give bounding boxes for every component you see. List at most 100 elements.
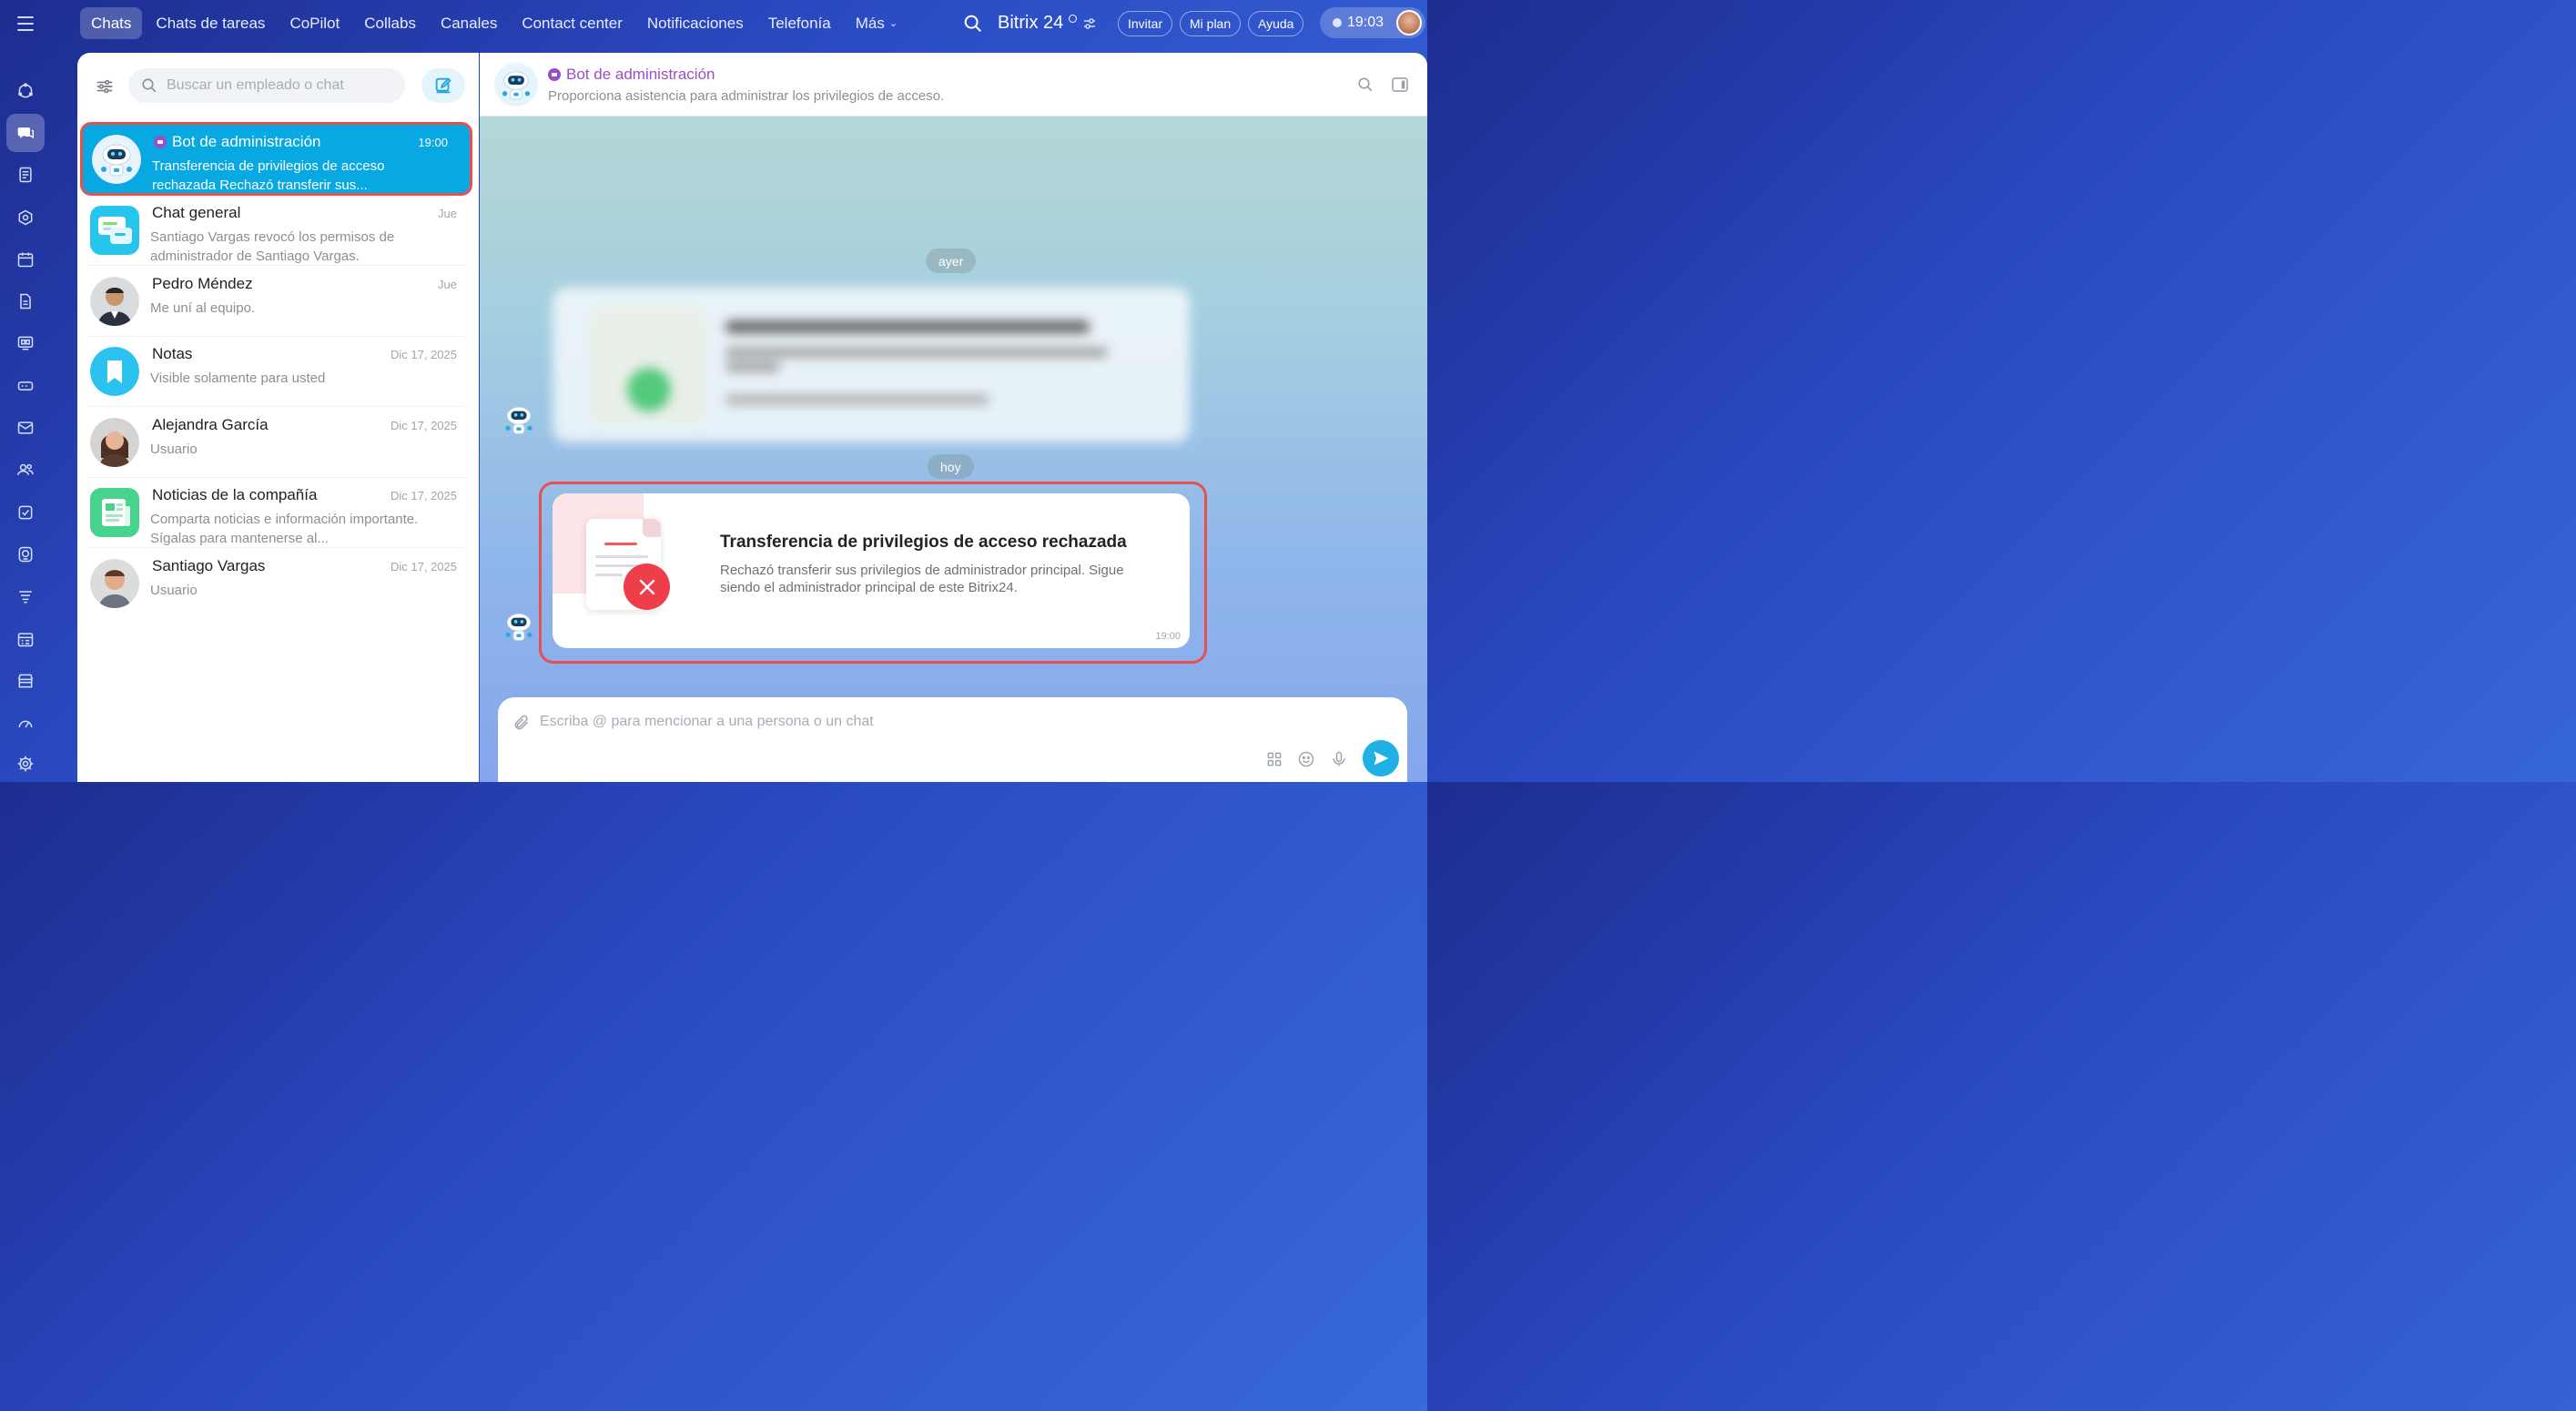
chat-item-name: Chat general bbox=[152, 204, 241, 221]
news-channel-avatar bbox=[90, 488, 139, 537]
rail-marketing-icon[interactable] bbox=[6, 577, 45, 615]
send-button[interactable] bbox=[1363, 740, 1399, 777]
rail-activity-icon[interactable] bbox=[6, 72, 45, 110]
user-avatar[interactable] bbox=[1396, 10, 1422, 36]
my-plan-button[interactable]: Mi plan bbox=[1180, 11, 1242, 36]
chat-item-santiago[interactable]: Santiago Vargas Dic 17, 2025 Usuario bbox=[77, 548, 479, 619]
bot-badge-icon bbox=[154, 136, 167, 148]
user-avatar bbox=[90, 559, 139, 608]
chat-list-header bbox=[77, 53, 479, 120]
rail-boards-icon[interactable] bbox=[6, 324, 45, 362]
chat-item-company-news[interactable]: Noticias de la compañía Dic 17, 2025 Com… bbox=[77, 477, 479, 548]
user-avatar bbox=[90, 418, 139, 467]
paperclip-icon[interactable] bbox=[512, 714, 531, 732]
chat-item-preview: Santiago Vargas revocó los permisos de a… bbox=[150, 229, 395, 264]
system-message-card[interactable]: Transferencia de privilegios de acceso r… bbox=[553, 493, 1190, 648]
chat-item-preview: Transferencia de privilegios de acceso r… bbox=[152, 158, 385, 193]
chat-item-name: Santiago Vargas bbox=[152, 557, 266, 574]
brand-text: Bitrix 24 bbox=[998, 13, 1064, 33]
chat-title[interactable]: Bot de administración bbox=[548, 66, 715, 84]
search-icon[interactable] bbox=[963, 14, 983, 34]
chat-item-preview: Comparta noticias e información importan… bbox=[150, 512, 419, 546]
chat-item-time: Dic 17, 2025 bbox=[390, 419, 457, 432]
rail-employees-icon[interactable] bbox=[6, 451, 45, 489]
help-button[interactable]: Ayuda bbox=[1248, 11, 1304, 36]
rail-mail-icon[interactable] bbox=[6, 409, 45, 447]
rail-crm-icon[interactable] bbox=[6, 535, 45, 574]
bot-badge-icon bbox=[548, 68, 561, 81]
chat-item-preview: Usuario bbox=[150, 442, 198, 457]
bot-avatar[interactable] bbox=[498, 605, 540, 647]
chat-search[interactable] bbox=[128, 68, 405, 103]
nav-copilot[interactable]: CoPilot bbox=[279, 7, 350, 39]
chat-item-title: Bot de administración bbox=[154, 133, 320, 151]
bot-avatar[interactable] bbox=[498, 399, 540, 441]
left-rail bbox=[0, 51, 51, 782]
blurred-message bbox=[553, 288, 1190, 442]
chat-item-alejandra[interactable]: Alejandra García Dic 17, 2025 Usuario bbox=[77, 407, 479, 478]
chat-item-name: Alejandra García bbox=[152, 416, 269, 433]
nav-collabs[interactable]: Collabs bbox=[353, 7, 427, 39]
chat-item-admin-bot[interactable]: Bot de administración 19:00 Transferenci… bbox=[81, 124, 470, 195]
chevron-down-icon: ⌄ bbox=[888, 18, 898, 29]
invite-button[interactable]: Invitar bbox=[1118, 11, 1173, 36]
compose-icon bbox=[435, 77, 451, 94]
chat-header: Bot de administración Proporciona asiste… bbox=[480, 53, 1427, 117]
rail-drive-icon[interactable] bbox=[6, 367, 45, 405]
message-body: Rechazó transferir sus privilegios de ad… bbox=[720, 563, 1124, 595]
chat-item-name: Bot de administración bbox=[172, 133, 321, 150]
chat-item-time: Dic 17, 2025 bbox=[390, 560, 457, 574]
date-separator-today: hoy bbox=[928, 454, 974, 479]
emoji-icon[interactable] bbox=[1297, 750, 1315, 768]
chat-description: Proporciona asistencia para administrar … bbox=[548, 88, 945, 104]
rail-feed-icon[interactable] bbox=[6, 156, 45, 194]
rail-tasks-icon[interactable] bbox=[6, 493, 45, 532]
chat-item-time: Jue bbox=[438, 278, 457, 291]
chat-item-general[interactable]: Chat general Jue Santiago Vargas revocó … bbox=[77, 195, 479, 266]
brand-logo[interactable]: Bitrix 24 bbox=[998, 13, 1097, 34]
bot-avatar[interactable] bbox=[494, 63, 538, 107]
clock-icon bbox=[1333, 18, 1342, 27]
nav-contact-center[interactable]: Contact center bbox=[511, 7, 634, 39]
apps-grid-icon[interactable] bbox=[1265, 750, 1283, 768]
rail-settings-gear-icon[interactable] bbox=[6, 745, 45, 783]
chat-title-text: Bot de administración bbox=[566, 66, 715, 83]
nav-chats[interactable]: Chats bbox=[80, 7, 143, 39]
chat-list-panel: Bot de administración 19:00 Transferenci… bbox=[77, 53, 479, 782]
hamburger-menu-icon[interactable] bbox=[15, 15, 36, 33]
rail-calendar-icon[interactable] bbox=[6, 240, 45, 279]
nav-notifications[interactable]: Notificaciones bbox=[636, 7, 755, 39]
chat-item-time: Dic 17, 2025 bbox=[390, 489, 457, 502]
nav-telephony[interactable]: Telefonía bbox=[757, 7, 842, 39]
chat-search-input[interactable] bbox=[167, 77, 385, 94]
user-avatar bbox=[90, 277, 139, 326]
clock-time: 19:03 bbox=[1347, 15, 1384, 30]
work-time-clock[interactable]: 19:03 bbox=[1320, 7, 1425, 38]
nav-task-chats[interactable]: Chats de tareas bbox=[145, 7, 276, 39]
rail-chats-icon[interactable] bbox=[6, 114, 45, 152]
nav-more-label: Más bbox=[855, 14, 885, 32]
rail-workgroups-icon[interactable] bbox=[6, 198, 45, 237]
rail-documents-icon[interactable] bbox=[6, 282, 45, 320]
rail-store-icon[interactable] bbox=[6, 662, 45, 700]
nav-channels[interactable]: Canales bbox=[430, 7, 508, 39]
message-input[interactable] bbox=[540, 710, 1268, 734]
microphone-icon[interactable] bbox=[1330, 750, 1348, 768]
message-composer bbox=[498, 697, 1407, 782]
message-time: 19:00 bbox=[1155, 631, 1181, 642]
chat-window: Bot de administración Proporciona asiste… bbox=[480, 53, 1427, 782]
search-icon[interactable] bbox=[1357, 76, 1374, 93]
filter-sliders-icon[interactable] bbox=[95, 76, 115, 96]
chat-item-pedro[interactable]: Pedro Méndez Jue Me uní al equipo. bbox=[77, 266, 479, 337]
new-chat-button[interactable] bbox=[421, 68, 465, 103]
side-panel-icon[interactable] bbox=[1392, 77, 1408, 92]
chat-item-preview: Me uní al equipo. bbox=[150, 300, 256, 316]
settings-sliders-icon[interactable] bbox=[1082, 16, 1097, 31]
rail-automation-icon[interactable] bbox=[6, 704, 45, 742]
chat-item-name: Notas bbox=[152, 345, 193, 362]
rail-booking-icon[interactable] bbox=[6, 620, 45, 658]
nav-more[interactable]: Más ⌄ bbox=[845, 7, 908, 39]
chat-item-name: Pedro Méndez bbox=[152, 275, 253, 292]
chat-item-preview: Visible solamente para usted bbox=[150, 371, 326, 386]
chat-item-notes[interactable]: Notas Dic 17, 2025 Visible solamente par… bbox=[77, 336, 479, 407]
